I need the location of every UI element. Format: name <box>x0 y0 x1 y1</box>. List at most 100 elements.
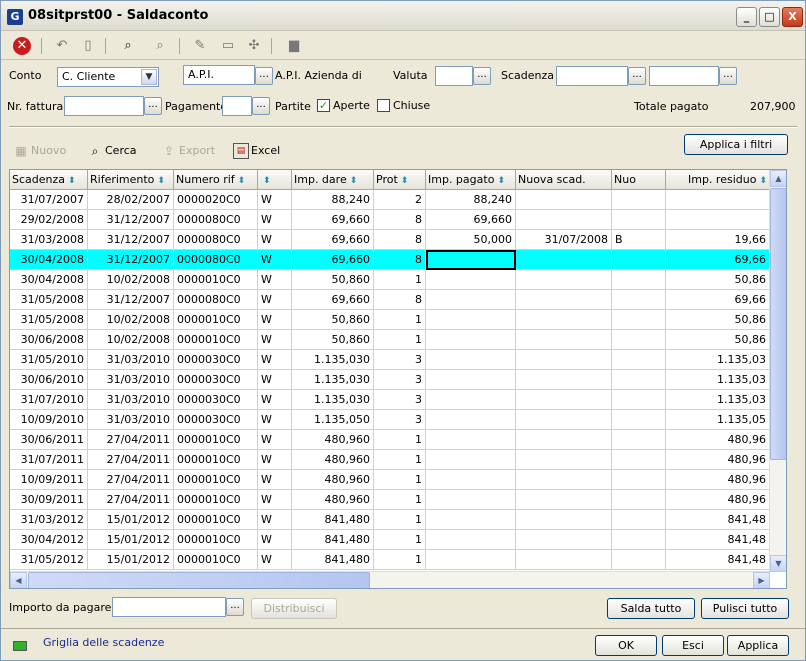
table-cell[interactable] <box>612 210 666 230</box>
valuta-input[interactable] <box>435 66 473 86</box>
sort-icon[interactable]: ⬍ <box>759 176 767 186</box>
title-bar[interactable]: G 08sitprst00 - Saldaconto _ □ X <box>1 1 805 31</box>
pencil-icon[interactable]: ✎ <box>191 37 209 55</box>
table-cell[interactable] <box>426 430 516 450</box>
table-row[interactable]: 10/09/2010 31/03/2010 0000030C0 W 1.135,050 3… <box>10 410 770 430</box>
applica-filtri-button[interactable]: Applica i filtri <box>684 134 788 155</box>
scroll-left-icon[interactable]: ◀ <box>10 572 27 588</box>
table-cell[interactable]: 50,000 <box>426 230 516 250</box>
table-row[interactable]: 31/05/2012 15/01/2012 0000010C0 W 841,480 1 84… <box>10 550 770 570</box>
sort-icon[interactable]: ⬍ <box>157 176 165 186</box>
folder-icon[interactable]: ▆ <box>285 37 303 55</box>
chiuse-checkbox[interactable] <box>377 99 390 112</box>
undo-icon[interactable]: ↶ <box>53 37 71 55</box>
horizontal-scroll-thumb[interactable] <box>28 572 370 588</box>
excel-button[interactable]: ▤ Excel <box>233 143 280 163</box>
minimize-button[interactable]: _ <box>736 7 757 27</box>
table-cell[interactable] <box>426 270 516 290</box>
close-button[interactable]: X <box>782 7 803 27</box>
table-cell[interactable] <box>516 430 612 450</box>
table-cell[interactable] <box>612 510 666 530</box>
table-row[interactable]: 31/05/2010 31/03/2010 0000030C0 W 1.135,030 3… <box>10 350 770 370</box>
table-cell[interactable]: 69,660 <box>426 210 516 230</box>
table-row[interactable]: 31/05/2008 10/02/2008 0000010C0 W 50,860 1 50,… <box>10 310 770 330</box>
table-row[interactable]: 31/03/2012 15/01/2012 0000010C0 W 841,480 1 84… <box>10 510 770 530</box>
table-cell[interactable] <box>516 210 612 230</box>
applica-button[interactable]: Applica <box>727 635 789 656</box>
column-header[interactable]: Riferimento ⬍ <box>88 170 174 190</box>
scroll-up-icon[interactable]: ▲ <box>770 170 786 187</box>
table-cell[interactable] <box>612 490 666 510</box>
stop-icon[interactable]: ✕ <box>13 37 31 55</box>
scroll-right-icon[interactable]: ▶ <box>753 572 770 588</box>
table-cell[interactable] <box>426 410 516 430</box>
column-header[interactable]: Nuova scad. <box>516 170 612 190</box>
chevron-down-icon[interactable]: ▼ <box>141 69 157 85</box>
binoculars-next-icon[interactable]: ⌕ <box>151 37 169 55</box>
table-cell[interactable] <box>516 410 612 430</box>
conto-code-input[interactable]: A.P.I. <box>183 65 255 85</box>
table-cell[interactable]: 88,240 <box>426 190 516 210</box>
sort-icon[interactable]: ⬍ <box>350 176 358 186</box>
table-cell[interactable] <box>516 450 612 470</box>
table-cell[interactable] <box>516 370 612 390</box>
column-header[interactable]: Imp. dare ⬍ <box>292 170 374 190</box>
column-header[interactable]: ⬍ <box>258 170 292 190</box>
table-cell[interactable]: B <box>612 230 666 250</box>
table-cell[interactable] <box>426 550 516 570</box>
table-cell[interactable] <box>516 510 612 530</box>
table-cell[interactable] <box>612 370 666 390</box>
vertical-scrollbar[interactable]: ▲ ▼ <box>769 170 786 572</box>
scroll-down-icon[interactable]: ▼ <box>770 555 786 572</box>
maximize-button[interactable]: □ <box>759 7 780 27</box>
table-cell[interactable] <box>426 350 516 370</box>
export-button[interactable]: ⇪ Export <box>161 143 215 163</box>
nr-fattura-lookup-button[interactable]: ... <box>144 97 162 115</box>
pulisci-tutto-button[interactable]: Pulisci tutto <box>701 598 789 619</box>
table-cell[interactable] <box>612 310 666 330</box>
binoculars-icon[interactable]: ⌕ <box>119 37 137 55</box>
table-cell[interactable] <box>612 450 666 470</box>
table-cell[interactable] <box>426 450 516 470</box>
table-row[interactable]: 30/04/2008 10/02/2008 0000010C0 W 50,860 1 50,… <box>10 270 770 290</box>
table-cell[interactable] <box>426 470 516 490</box>
table-row[interactable]: 31/07/2007 28/02/2007 0000020C0 W 88,240 2 88,… <box>10 190 770 210</box>
importo-da-pagare-input[interactable] <box>112 597 226 617</box>
scadenza-to-lookup-button[interactable]: ... <box>719 67 737 85</box>
sort-icon[interactable]: ⬍ <box>68 176 76 186</box>
scadenza-to-input[interactable] <box>649 66 719 86</box>
sort-icon[interactable]: ⬍ <box>238 176 246 186</box>
table-cell[interactable] <box>612 190 666 210</box>
table-cell[interactable] <box>612 550 666 570</box>
table-cell[interactable] <box>516 310 612 330</box>
pagamento-input[interactable] <box>222 96 252 116</box>
table-row[interactable]: 31/03/2008 31/12/2007 0000080C0 W 69,660 8 50,… <box>10 230 770 250</box>
table-row[interactable]: 30/04/2008 31/12/2007 0000080C0 W 69,660 8 69,… <box>10 250 770 270</box>
esci-button[interactable]: Esci <box>662 635 724 656</box>
vertical-scroll-thumb[interactable] <box>770 188 786 460</box>
column-header[interactable]: Scadenza ⬍ <box>10 170 88 190</box>
table-cell[interactable] <box>612 470 666 490</box>
cerca-button[interactable]: ⌕ Cerca <box>87 143 137 163</box>
tree-icon[interactable]: ✣ <box>245 37 263 55</box>
table-cell[interactable] <box>426 330 516 350</box>
table-cell[interactable] <box>426 530 516 550</box>
valuta-lookup-button[interactable]: ... <box>473 67 491 85</box>
table-row[interactable]: 31/07/2011 27/04/2011 0000010C0 W 480,960 1 48… <box>10 450 770 470</box>
scadenze-grid[interactable]: Scadenza ⬍ Riferimento ⬍ Numero rif ⬍ ⬍ Imp. da… <box>9 169 787 589</box>
salda-tutto-button[interactable]: Salda tutto <box>607 598 695 619</box>
table-cell[interactable] <box>426 290 516 310</box>
importo-lookup-button[interactable]: ... <box>226 598 244 616</box>
table-cell[interactable] <box>612 530 666 550</box>
table-cell[interactable] <box>516 330 612 350</box>
table-cell[interactable] <box>516 490 612 510</box>
distribuisci-button[interactable]: Distribuisci <box>251 598 337 619</box>
table-cell[interactable] <box>516 550 612 570</box>
table-row[interactable]: 30/06/2010 31/03/2010 0000030C0 W 1.135,030 3… <box>10 370 770 390</box>
table-row[interactable]: 10/09/2011 27/04/2011 0000010C0 W 480,960 1 48… <box>10 470 770 490</box>
column-header[interactable]: Prot ⬍ <box>374 170 426 190</box>
table-cell[interactable] <box>612 430 666 450</box>
sort-icon[interactable]: ⬍ <box>263 176 271 186</box>
eraser-icon[interactable]: ▭ <box>219 37 237 55</box>
table-cell[interactable] <box>612 350 666 370</box>
